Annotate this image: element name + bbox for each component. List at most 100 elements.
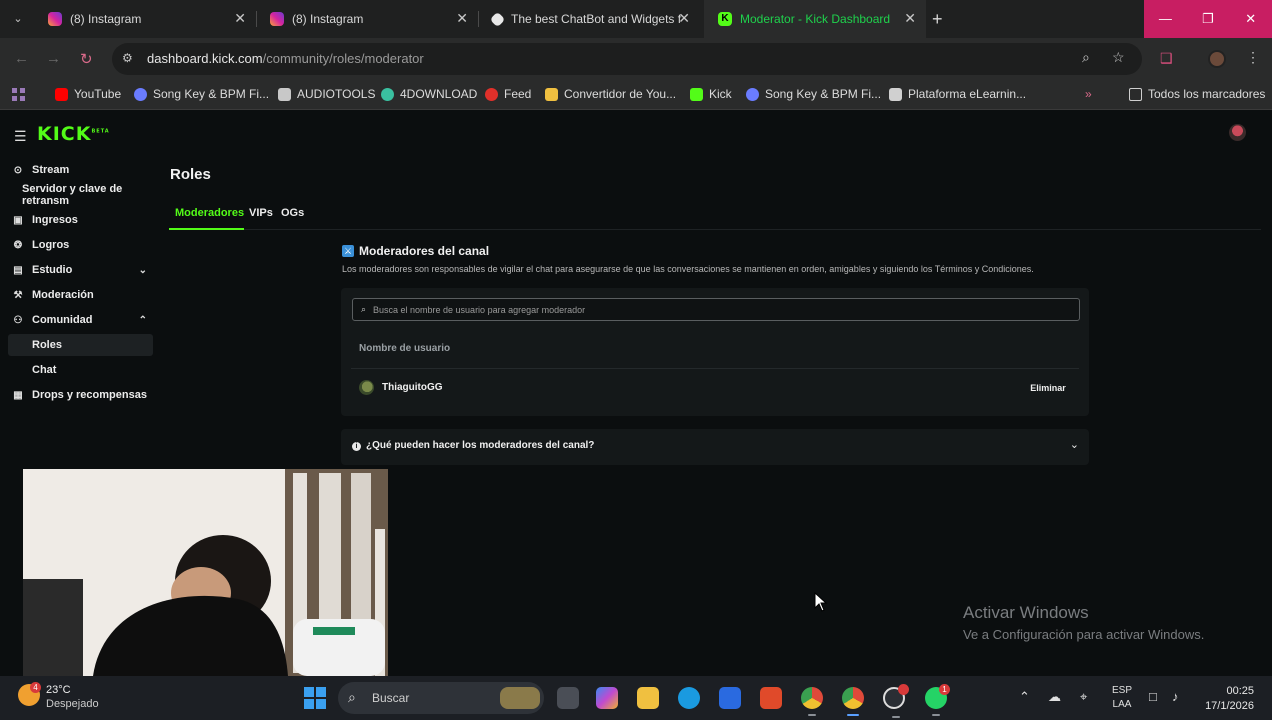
webcam-video-frame	[23, 469, 388, 676]
bookmark-audiotools[interactable]: AUDIOTOOLS	[278, 87, 375, 101]
column-header-username: Nombre de usuario	[359, 343, 451, 354]
moderator-search-input[interactable]: ⌕ Busca el nombre de usuario para agrega…	[352, 298, 1080, 321]
bookmark-convertidor[interactable]: Convertidor de You...	[545, 87, 676, 101]
mouse-cursor-icon	[814, 592, 828, 612]
sidebar-item-server-key[interactable]: Servidor y clave de retransm	[10, 183, 170, 207]
bookmark-elearning[interactable]: Plataforma eLearnin...	[889, 87, 1026, 101]
bookmark-4download[interactable]: 4DOWNLOAD	[381, 87, 477, 101]
minimize-icon[interactable]: —	[1144, 0, 1187, 38]
sidebar-item-drops[interactable]: ▦ Drops y recompensas	[8, 384, 153, 406]
window-controls: — ❐ ✕	[1144, 0, 1272, 38]
browser-toolbar: ← → ↻ ⚙ dashboard.kick.com/community/rol…	[0, 38, 1272, 80]
close-icon[interactable]: ✕	[678, 11, 690, 25]
close-window-icon[interactable]: ✕	[1229, 0, 1272, 38]
language-indicator[interactable]: ESP LAA	[1112, 684, 1132, 712]
kick-logo[interactable]: KICKBETA	[37, 123, 110, 145]
moderators-card: ⌕ Busca el nombre de usuario para agrega…	[341, 288, 1089, 416]
volume-icon[interactable]: ♪	[1172, 689, 1179, 704]
file-explorer-icon[interactable]	[637, 687, 659, 709]
wrench-icon: ⚒	[13, 289, 23, 301]
weather-description[interactable]: Despejado	[46, 698, 99, 710]
faq-accordion[interactable]: i ¿Qué pueden hacer los moderadores del …	[341, 429, 1089, 465]
close-icon[interactable]: ✕	[456, 11, 468, 25]
back-arrow-icon[interactable]: ←	[14, 50, 29, 67]
bookmark-label: Convertidor de You...	[564, 87, 677, 101]
onedrive-cloud-icon[interactable]: ☁	[1048, 689, 1061, 705]
bookmark-kick[interactable]: Kick	[690, 87, 732, 101]
reload-icon[interactable]: ↻	[80, 50, 93, 68]
sidebar-item-ingresos[interactable]: ▣ Ingresos	[8, 209, 153, 231]
weather-temperature[interactable]: 23°C	[46, 684, 71, 696]
apps-grid-icon[interactable]	[12, 88, 26, 102]
sidebar-item-estudio[interactable]: ▤ Estudio ⌄	[8, 259, 153, 281]
system-clock[interactable]: 00:25 17/1/2026	[1202, 684, 1254, 714]
tab-instagram-1[interactable]: (8) Instagram ✕	[34, 0, 256, 38]
kick-logo-beta: BETA	[91, 128, 110, 135]
site-info-icon[interactable]: ⚙	[122, 51, 133, 65]
tab-instagram-2[interactable]: (8) Instagram ✕	[256, 0, 478, 38]
chrome-active-icon[interactable]	[842, 687, 864, 716]
close-icon[interactable]: ✕	[234, 11, 246, 25]
chevron-up-icon: ⌃	[138, 314, 147, 326]
whatsapp-badge: 1	[939, 684, 950, 695]
tab-kick-dashboard[interactable]: K Moderator - Kick Dashboard ✕	[704, 0, 926, 38]
tab-chatbot[interactable]: The best ChatBot and Widgets f ✕	[478, 0, 700, 38]
clock-time: 00:25	[1226, 685, 1254, 697]
remove-moderator-button[interactable]: Eliminar	[1024, 379, 1072, 397]
new-tab-plus-icon[interactable]: +	[932, 9, 943, 29]
bookmark-song-key-2[interactable]: Song Key & BPM Fi...	[746, 87, 881, 101]
restore-icon[interactable]: ❐	[1187, 0, 1230, 38]
url-text[interactable]: dashboard.kick.com/community/roles/moder…	[147, 51, 424, 66]
forward-arrow-icon[interactable]: →	[46, 50, 61, 67]
edge-icon[interactable]	[678, 687, 700, 709]
windows-start-icon[interactable]	[304, 687, 326, 709]
moderator-username[interactable]: ThiaguitoGG	[382, 382, 443, 393]
all-bookmarks-folder[interactable]: Todos los marcadores	[1129, 87, 1265, 101]
sidebar-item-comunidad[interactable]: ⚇ Comunidad ⌃	[8, 309, 153, 331]
extensions-puzzle-icon[interactable]: ❑	[1160, 50, 1173, 67]
sidebar-item-stream[interactable]: ⊙ Stream	[8, 159, 153, 181]
bookmark-song-key-1[interactable]: Song Key & BPM Fi...	[134, 87, 269, 101]
botrix-icon	[489, 11, 506, 27]
search-highlight-image	[500, 687, 540, 709]
sidebar-item-logros[interactable]: ❂ Logros	[8, 234, 153, 256]
bookmarks-overflow-chevron-icon[interactable]: »	[1085, 87, 1092, 101]
hamburger-menu-icon[interactable]: ☰	[14, 128, 27, 145]
chevron-down-icon: ⌄	[138, 264, 147, 276]
bookmark-youtube[interactable]: YouTube	[55, 87, 121, 101]
youtube-icon	[55, 87, 68, 101]
microphone-icon[interactable]: ⌖	[1080, 689, 1087, 705]
tab-search-chevron-icon[interactable]: ⌄	[8, 9, 28, 29]
convertidor-icon	[545, 87, 558, 101]
network-icon[interactable]: □	[1149, 689, 1157, 704]
kick-icon	[690, 87, 703, 101]
microsoft-365-icon[interactable]	[596, 687, 618, 709]
sidebar-item-moderacion[interactable]: ⚒ Moderación	[8, 284, 153, 306]
close-icon[interactable]: ✕	[904, 11, 916, 25]
folder-icon	[1129, 87, 1142, 101]
section-description: Los moderadores son responsables de vigi…	[342, 264, 1034, 274]
microsoft-store-icon[interactable]	[719, 687, 741, 709]
address-bar[interactable]: ⚙ dashboard.kick.com/community/roles/mod…	[112, 43, 1142, 75]
search-icon: ⌕	[361, 304, 367, 314]
taskbar-search-box[interactable]: ⌕ Buscar	[338, 682, 544, 714]
sidebar-item-chat[interactable]: Chat	[8, 359, 153, 381]
browser-tab-strip: ⌄ (8) Instagram ✕ (8) Instagram ✕ The be…	[0, 0, 1272, 38]
bookmark-star-icon[interactable]: ☆	[1112, 49, 1125, 66]
tab-ogs[interactable]: OGs	[281, 207, 304, 219]
sidebar-item-roles[interactable]: Roles	[8, 334, 153, 356]
sidebar-item-label: Servidor y clave de retransm	[22, 183, 123, 207]
user-avatar[interactable]	[1229, 124, 1246, 141]
brave-icon[interactable]	[760, 687, 782, 709]
zoom-search-icon[interactable]: ⌕	[1082, 49, 1090, 66]
show-hidden-icons-chevron-icon[interactable]: ⌃	[1019, 689, 1030, 705]
tab-moderadores[interactable]: Moderadores	[175, 207, 244, 219]
kick-logo-text: KICK	[37, 123, 92, 145]
search-icon: ⌕	[348, 689, 356, 705]
browser-profile-avatar[interactable]	[1208, 50, 1226, 68]
task-view-icon[interactable]	[557, 687, 579, 709]
tab-vips[interactable]: VIPs	[249, 207, 273, 219]
bookmark-feed[interactable]: Feed	[485, 87, 531, 101]
browser-menu-icon[interactable]: ⋮	[1246, 49, 1260, 66]
chrome-icon[interactable]	[801, 687, 823, 716]
